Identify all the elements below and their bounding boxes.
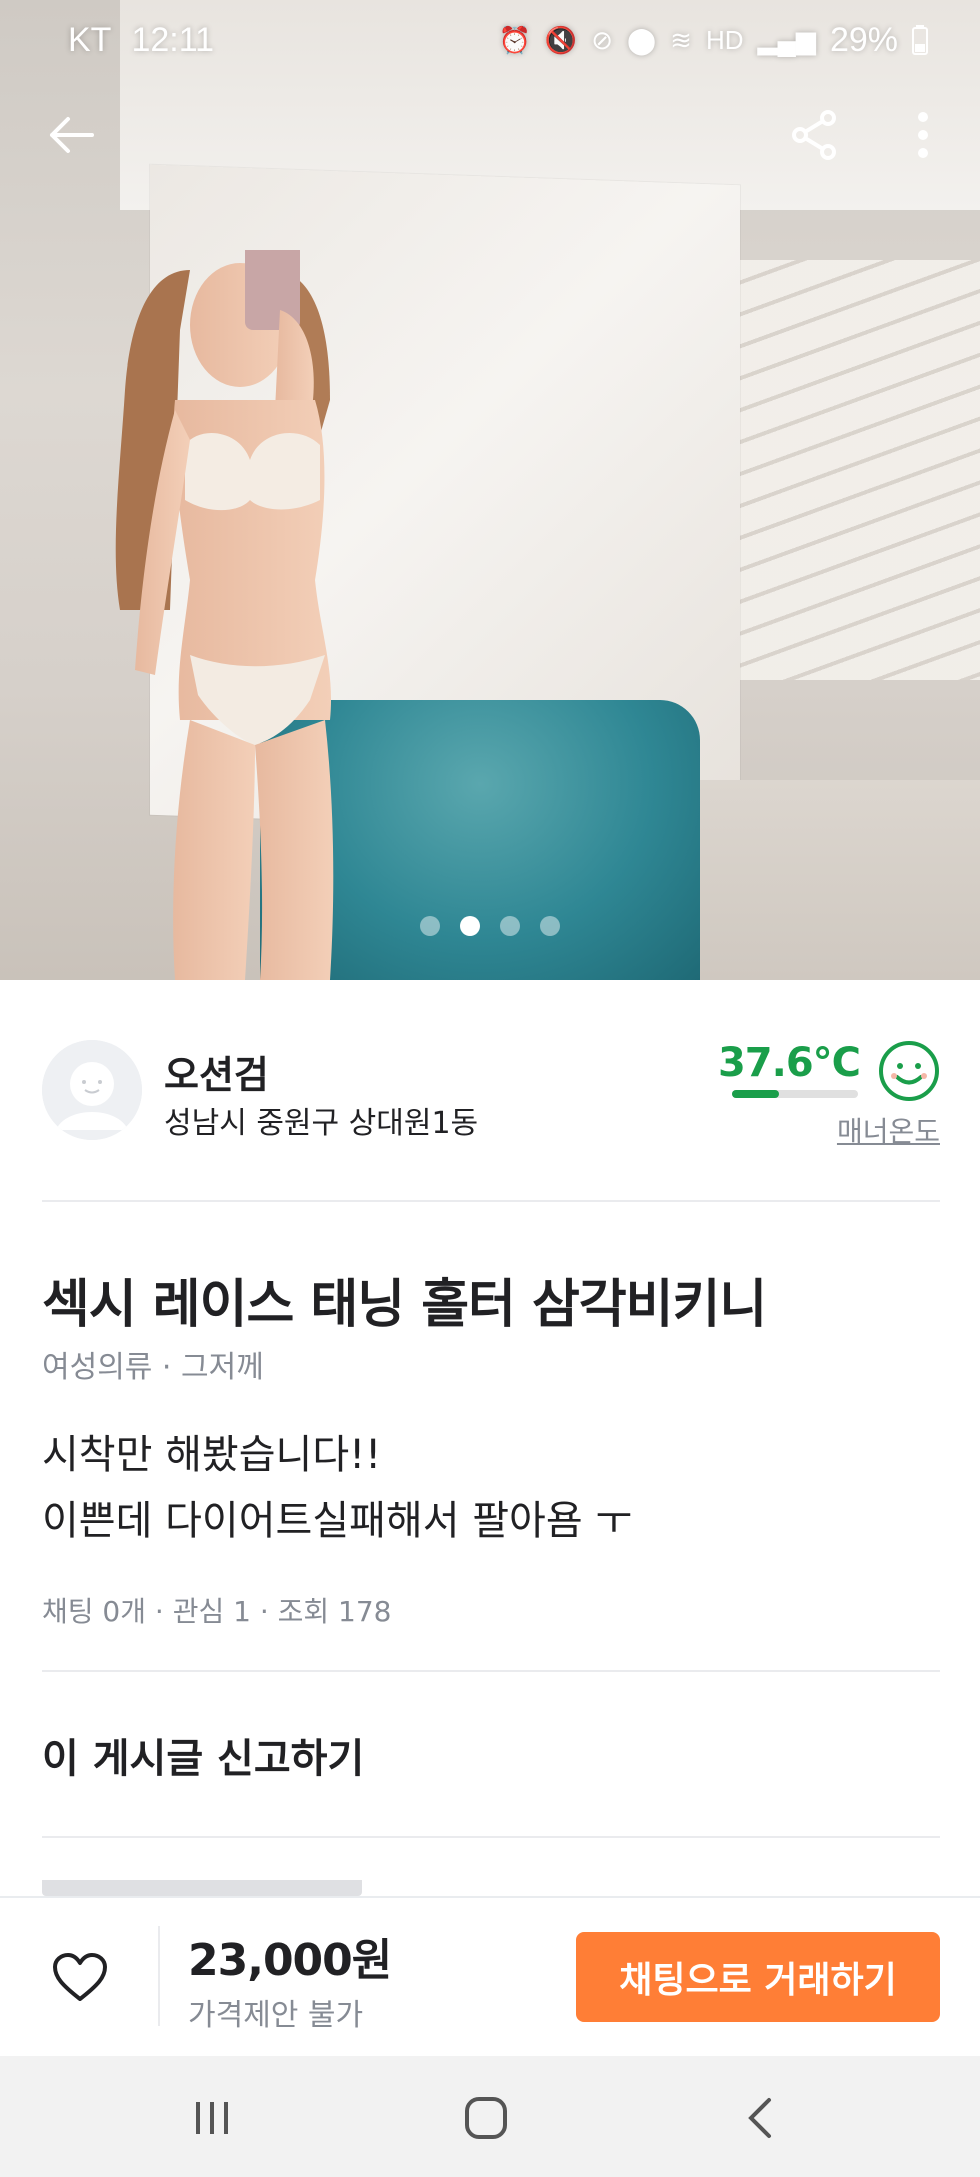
post-stats: 채팅 0개 · 관심 1 · 조회 178 bbox=[42, 1595, 392, 1628]
post-title: 섹시 레이스 태닝 홀터 삼각비키니 bbox=[42, 1275, 767, 1335]
share-icon bbox=[792, 110, 836, 160]
wifi-icon: ≋ bbox=[670, 24, 692, 55]
report-post-link[interactable]: 이 게시글 신고하기 bbox=[42, 1726, 364, 1784]
kebab-menu-icon bbox=[918, 112, 928, 158]
battery-saver-icon: ⊘ bbox=[591, 24, 614, 55]
seller-region: 성남시 중원구 상대원1동 bbox=[164, 1106, 479, 1141]
divider bbox=[42, 1836, 940, 1838]
carrier-label: KT bbox=[68, 20, 112, 59]
photo-person-figure bbox=[115, 250, 334, 980]
manner-temperature[interactable]: 37.6°C 매너온도 bbox=[710, 1040, 940, 1150]
default-avatar-icon bbox=[42, 1040, 142, 1140]
manner-temp-bar bbox=[732, 1090, 858, 1098]
manner-temp-fill bbox=[732, 1090, 780, 1098]
divider bbox=[42, 1670, 940, 1672]
alarm-icon: ⏰ bbox=[498, 24, 531, 55]
vertical-divider bbox=[158, 1926, 160, 2026]
signal-icon: ▂▄▆ bbox=[757, 24, 816, 55]
home-button[interactable] bbox=[446, 2078, 526, 2158]
description-line: 시착만 해봤습니다!! bbox=[42, 1432, 382, 1478]
chevron-left-icon bbox=[748, 2098, 771, 2138]
photo-staircase bbox=[720, 260, 980, 680]
recent-apps-button[interactable] bbox=[172, 2078, 252, 2158]
system-navigation-bar bbox=[0, 2056, 980, 2177]
avatar[interactable] bbox=[42, 1040, 142, 1140]
post-description: 시착만 해봤습니다!! 이쁜데 다이어트실패해서 팔아욤 ㅜ bbox=[42, 1422, 632, 1554]
page-dot bbox=[540, 916, 560, 936]
smiley-face-icon bbox=[879, 1041, 939, 1101]
more-options-button[interactable] bbox=[888, 100, 958, 170]
seller-name: 오션검 bbox=[164, 1053, 269, 1097]
product-image[interactable]: KT 12:11 ⏰ 🔇 ⊘ ⬤ ≋ HD ▂▄▆ 29% bbox=[0, 0, 980, 980]
status-bar: KT 12:11 ⏰ 🔇 ⊘ ⬤ ≋ HD ▂▄▆ 29% bbox=[0, 0, 980, 80]
back-button[interactable] bbox=[36, 100, 106, 170]
clock: 12:11 bbox=[131, 20, 215, 59]
page-dot bbox=[460, 916, 480, 936]
manner-temp-label[interactable]: 매너온도 bbox=[837, 1110, 940, 1150]
home-icon bbox=[465, 2097, 507, 2139]
arrow-left-icon bbox=[50, 117, 94, 153]
bottom-action-bar: 23,000원 가격제안 불가 채팅으로 거래하기 bbox=[0, 1896, 980, 2058]
description-line: 이쁜데 다이어트실패해서 팔아욤 ㅜ bbox=[42, 1498, 633, 1544]
price: 23,000원 bbox=[188, 1935, 392, 1986]
back-nav-button[interactable] bbox=[720, 2078, 800, 2158]
divider bbox=[42, 1200, 940, 1202]
share-button[interactable] bbox=[780, 100, 850, 170]
location-icon: ⬤ bbox=[627, 24, 657, 55]
heart-outline-icon bbox=[53, 1953, 107, 2001]
post-meta: 여성의류 · 그저께 bbox=[42, 1350, 264, 1385]
price-negotiable-note: 가격제안 불가 bbox=[188, 1998, 364, 2033]
like-button[interactable] bbox=[42, 1940, 118, 2016]
hd-voice-icon: HD bbox=[705, 24, 744, 55]
image-page-indicator bbox=[0, 916, 980, 936]
vibrate-mute-icon: 🔇 bbox=[544, 24, 578, 55]
seller-profile[interactable]: 오션검 성남시 중원구 상대원1동 37.6°C 매너온도 bbox=[42, 1040, 940, 1150]
next-section-peek bbox=[42, 1880, 940, 1896]
page-dot bbox=[500, 916, 520, 936]
page-dot bbox=[420, 916, 440, 936]
manner-temp-value: 37.6°C bbox=[717, 1040, 861, 1086]
chat-trade-button[interactable]: 채팅으로 거래하기 bbox=[576, 1932, 940, 2022]
battery-percent: 29% bbox=[829, 20, 898, 59]
recent-apps-icon bbox=[196, 2102, 228, 2134]
battery-icon bbox=[912, 25, 928, 55]
